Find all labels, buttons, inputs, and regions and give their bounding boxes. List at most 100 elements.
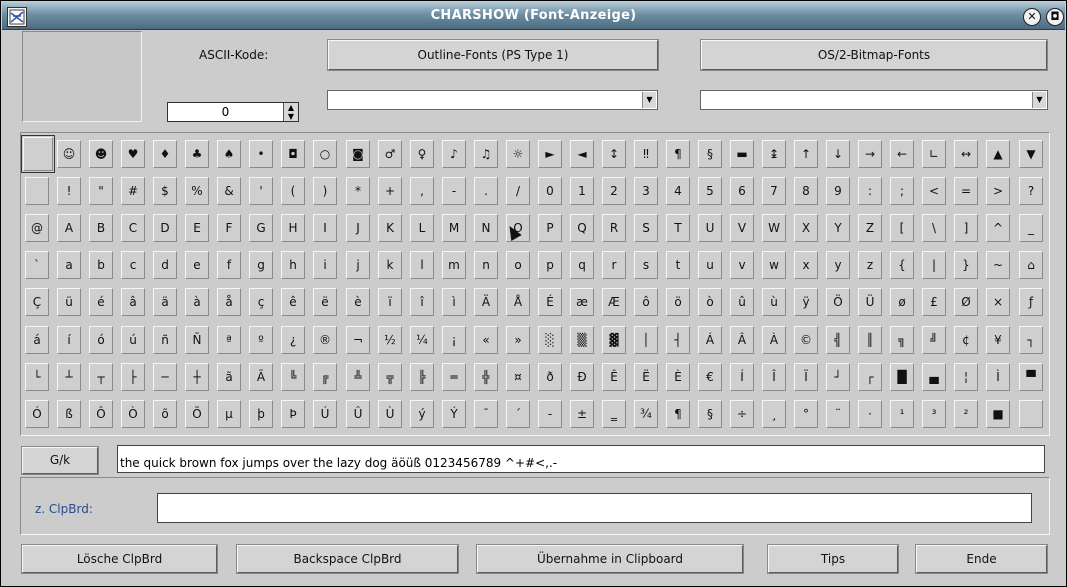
char-cell[interactable]: B — [89, 214, 113, 242]
char-cell[interactable]: ♣ — [185, 140, 209, 168]
char-cell[interactable]: ♥ — [121, 140, 145, 168]
char-cell[interactable]: º — [249, 326, 273, 354]
char-cell[interactable]: v — [730, 251, 754, 279]
char-cell[interactable]: 5 — [698, 177, 722, 205]
char-cell[interactable]: ♪ — [442, 140, 466, 168]
char-cell[interactable]: ' — [249, 177, 273, 205]
clipboard-input[interactable] — [157, 493, 1032, 523]
bitmap-fonts-button[interactable]: OS/2-Bitmap-Fonts — [701, 40, 1047, 70]
char-cell[interactable]: ♀ — [410, 140, 434, 168]
char-cell[interactable]: ▄ — [922, 363, 946, 391]
char-cell[interactable]: ▬ — [730, 140, 754, 168]
char-cell[interactable]: { — [890, 251, 914, 279]
char-cell[interactable]: â — [121, 288, 145, 316]
char-cell[interactable]: î — [410, 288, 434, 316]
char-cell[interactable]: t — [666, 251, 690, 279]
char-cell[interactable]: æ — [570, 288, 594, 316]
char-cell[interactable]: l — [410, 251, 434, 279]
char-cell[interactable]: 4 — [666, 177, 690, 205]
chevron-down-icon[interactable]: ▼ — [642, 92, 656, 108]
char-cell[interactable]: ù — [762, 288, 786, 316]
char-cell[interactable]: ï — [378, 288, 402, 316]
char-cell[interactable]: ¢ — [954, 326, 978, 354]
close-icon[interactable]: ✕ — [1023, 8, 1041, 26]
char-cell[interactable]: å — [217, 288, 241, 316]
char-cell[interactable]: ╗ — [890, 326, 914, 354]
char-cell[interactable]: " — [89, 177, 113, 205]
char-cell[interactable]: ê — [281, 288, 305, 316]
char-cell[interactable]: ∟ — [922, 140, 946, 168]
char-cell[interactable]: ß — [57, 400, 81, 428]
char-cell[interactable]: K — [378, 214, 402, 242]
char-cell[interactable]: Ù — [378, 400, 402, 428]
sample-text-field[interactable]: the quick brown fox jumps over the lazy … — [117, 445, 1045, 473]
char-cell[interactable]: @ — [25, 214, 49, 242]
char-cell[interactable]: ◄ — [570, 140, 594, 168]
char-cell[interactable]: p — [538, 251, 562, 279]
char-cell[interactable]: ° — [794, 400, 818, 428]
char-cell[interactable]: · — [858, 400, 882, 428]
char-cell[interactable]: = — [954, 177, 978, 205]
char-cell[interactable]: ¥ — [986, 326, 1010, 354]
char-cell[interactable]: │ — [634, 326, 658, 354]
char-cell[interactable]: / — [506, 177, 530, 205]
char-cell[interactable]: ´ — [506, 400, 530, 428]
char-cell[interactable]: m — [442, 251, 466, 279]
char-cell[interactable]: Á — [698, 326, 722, 354]
char-cell[interactable]: w — [762, 251, 786, 279]
char-cell[interactable]: ¼ — [410, 326, 434, 354]
char-cell[interactable]: ♠ — [217, 140, 241, 168]
char-cell[interactable]: ~ — [986, 251, 1010, 279]
char-cell[interactable]: Ð — [570, 363, 594, 391]
char-cell[interactable]: * — [346, 177, 370, 205]
char-cell[interactable]: Ô — [89, 400, 113, 428]
char-cell[interactable]: ☼ — [506, 140, 530, 168]
char-cell[interactable]: _ — [1019, 214, 1043, 242]
char-cell[interactable]: ( — [281, 177, 305, 205]
char-cell[interactable]: Ø — [954, 288, 978, 316]
char-cell[interactable]: D — [153, 214, 177, 242]
char-cell[interactable]: ▒ — [570, 326, 594, 354]
char-cell[interactable]: ñ — [153, 326, 177, 354]
char-cell[interactable]: & — [217, 177, 241, 205]
char-cell[interactable]: Æ — [602, 288, 626, 316]
char-cell[interactable]: P — [538, 214, 562, 242]
char-cell[interactable]: ─ — [153, 363, 177, 391]
char-cell[interactable]: è — [346, 288, 370, 316]
char-cell[interactable]: Ý — [442, 400, 466, 428]
char-cell[interactable]: ╣ — [826, 326, 850, 354]
char-cell[interactable]: ┤ — [666, 326, 690, 354]
char-cell[interactable]: þ — [249, 400, 273, 428]
char-cell[interactable]: é — [89, 288, 113, 316]
spin-arrows-icon[interactable]: ▲ ▼ — [283, 103, 298, 121]
char-cell[interactable]: ┬ — [89, 363, 113, 391]
char-cell[interactable]: ‗ — [602, 400, 626, 428]
char-cell[interactable]: © — [794, 326, 818, 354]
char-cell[interactable]: Î — [762, 363, 786, 391]
char-cell[interactable]: § — [698, 400, 722, 428]
char-cell[interactable]: 6 — [730, 177, 754, 205]
char-cell[interactable]: ⌂ — [1019, 251, 1043, 279]
char-cell[interactable]: - — [538, 400, 562, 428]
char-cell[interactable]: ð — [538, 363, 562, 391]
char-cell[interactable]: ├ — [121, 363, 145, 391]
char-cell[interactable]: N — [474, 214, 498, 242]
char-cell[interactable]: Ã — [249, 363, 273, 391]
char-cell[interactable]: Q — [570, 214, 594, 242]
char-cell[interactable]: Ë — [634, 363, 658, 391]
exit-button[interactable]: Ende — [916, 545, 1047, 573]
char-cell[interactable]: ¨ — [826, 400, 850, 428]
char-cell[interactable]: e — [185, 251, 209, 279]
char-cell[interactable]: Í — [730, 363, 754, 391]
char-cell[interactable]: n — [474, 251, 498, 279]
char-cell[interactable]: ┌ — [858, 363, 882, 391]
char-cell[interactable]: ã — [217, 363, 241, 391]
char-cell[interactable]: • — [249, 140, 273, 168]
char-cell[interactable]: | — [922, 251, 946, 279]
char-cell[interactable]: ± — [570, 400, 594, 428]
char-cell[interactable]: h — [281, 251, 305, 279]
char-cell[interactable]: ý — [410, 400, 434, 428]
char-cell[interactable] — [25, 177, 49, 205]
char-cell[interactable]: õ — [153, 400, 177, 428]
char-cell[interactable]: r — [602, 251, 626, 279]
